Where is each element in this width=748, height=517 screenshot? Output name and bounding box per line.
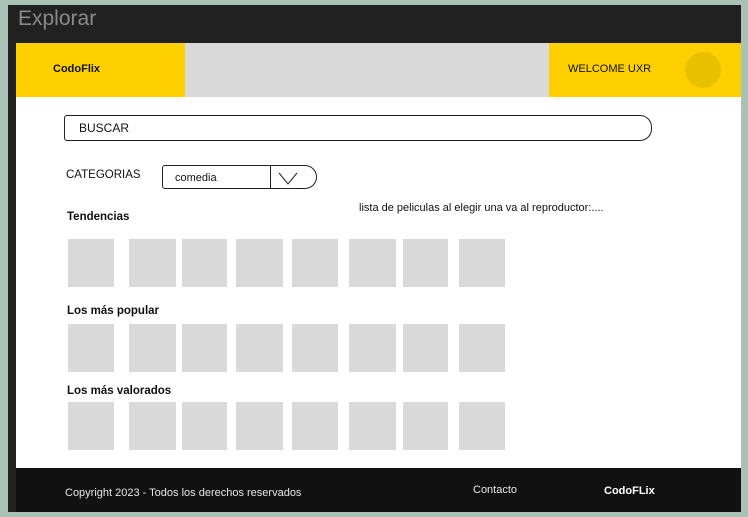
- movie-tile[interactable]: [236, 402, 283, 450]
- footer: Copyright 2023 - Todos los derechos rese…: [16, 468, 741, 512]
- movie-tile[interactable]: [182, 239, 227, 287]
- chevron-down-icon[interactable]: [275, 170, 301, 186]
- footer-brand[interactable]: CodoFLix: [604, 485, 655, 497]
- movie-tile[interactable]: [236, 324, 283, 372]
- brand-area[interactable]: CodoFlix: [16, 43, 185, 97]
- movie-tile[interactable]: [403, 324, 448, 372]
- movie-tile[interactable]: [292, 402, 338, 450]
- movie-row-tendencias: [16, 239, 741, 287]
- copyright-text: Copyright 2023 - Todos los derechos rese…: [65, 487, 302, 499]
- movie-tile[interactable]: [459, 239, 505, 287]
- movie-tile[interactable]: [403, 402, 448, 450]
- movie-tile[interactable]: [236, 239, 283, 287]
- movie-tile[interactable]: [349, 402, 396, 450]
- movie-tile[interactable]: [459, 402, 505, 450]
- category-select[interactable]: comedia: [162, 165, 317, 189]
- section-title-tendencias: Tendencias: [67, 211, 130, 223]
- welcome-text: WELCOME UXR: [568, 63, 652, 75]
- search-input[interactable]: BUSCAR: [64, 115, 652, 141]
- contact-link[interactable]: Contacto: [473, 484, 517, 496]
- section-title-valorados: Los más valorados: [67, 385, 172, 397]
- movie-tile[interactable]: [349, 324, 396, 372]
- window-frame: Explorar CodoFlix WELCOME UXR BUSCAR CAT…: [8, 5, 741, 512]
- info-note: lista de peliculas al elegir una va al r…: [359, 202, 604, 214]
- user-area[interactable]: WELCOME UXR: [549, 43, 741, 97]
- category-selected-value: comedia: [175, 172, 217, 184]
- movie-tile[interactable]: [349, 239, 396, 287]
- movie-tile[interactable]: [68, 324, 114, 372]
- top-bar: CodoFlix WELCOME UXR: [16, 43, 741, 97]
- movie-tile[interactable]: [403, 239, 448, 287]
- movie-tile[interactable]: [292, 324, 338, 372]
- movie-tile[interactable]: [129, 239, 176, 287]
- search-label: BUSCAR: [79, 121, 130, 135]
- brand-logo[interactable]: CodoFlix: [53, 63, 100, 75]
- section-title-popular: Los más popular: [67, 305, 160, 317]
- movie-tile[interactable]: [459, 324, 505, 372]
- avatar[interactable]: [685, 52, 721, 88]
- movie-tile[interactable]: [182, 402, 227, 450]
- movie-tile[interactable]: [68, 239, 114, 287]
- movie-tile[interactable]: [129, 324, 176, 372]
- movie-row-valorados: [16, 402, 741, 450]
- page: CodoFlix WELCOME UXR BUSCAR CATEGORIAS c…: [16, 43, 741, 512]
- window-title: Explorar: [18, 7, 97, 30]
- movie-tile[interactable]: [129, 402, 176, 450]
- movie-tile[interactable]: [68, 402, 114, 450]
- movie-row-popular: [16, 324, 741, 372]
- categories-label: CATEGORIAS: [66, 169, 141, 181]
- movie-tile[interactable]: [182, 324, 227, 372]
- movie-tile[interactable]: [292, 239, 338, 287]
- select-divider: [270, 166, 271, 188]
